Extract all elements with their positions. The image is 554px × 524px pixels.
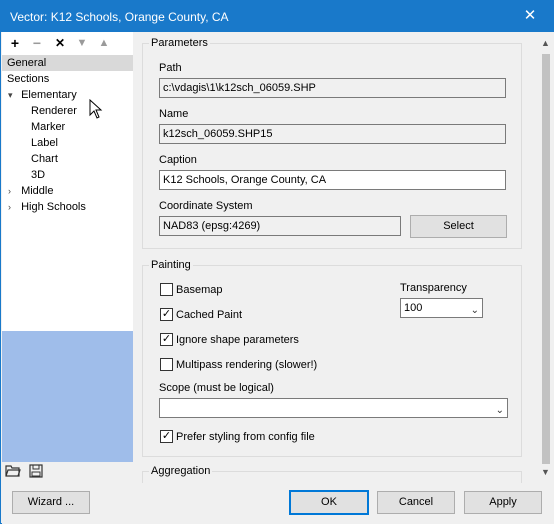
coordinate-system-field[interactable]: NAD83 (epsg:4269) <box>159 216 401 236</box>
properties-pane: Parameters Path c:\vdagis\1\k12sch_06059… <box>137 32 538 483</box>
ok-button[interactable]: OK <box>289 490 369 515</box>
parameters-group-label: Parameters <box>149 37 210 49</box>
chevron-right-icon[interactable]: › <box>8 183 18 199</box>
apply-button[interactable]: Apply <box>464 491 542 514</box>
open-folder-icon[interactable] <box>5 464 21 481</box>
chevron-right-icon[interactable]: › <box>8 199 18 215</box>
tree-item-marker[interactable]: Marker <box>31 119 65 135</box>
mouse-cursor-icon <box>89 99 103 119</box>
tree-item-3d[interactable]: 3D <box>31 167 45 183</box>
painting-group-label: Painting <box>149 259 193 271</box>
name-label: Name <box>159 108 189 120</box>
prefer-styling-checkbox[interactable]: ✓ <box>160 430 173 443</box>
add-icon[interactable]: + <box>6 34 24 52</box>
wizard-button[interactable]: Wizard ... <box>12 491 90 514</box>
tree-item-label: 3D <box>31 169 46 181</box>
cancel-button[interactable]: Cancel <box>377 491 455 514</box>
tree-item-middle[interactable]: › Middle <box>8 183 53 199</box>
empty-selection-area <box>2 331 133 462</box>
chevron-down-icon: ⌄ <box>495 405 504 416</box>
close-icon[interactable]: ✕ <box>507 1 553 32</box>
tree-item-label: High Schools <box>21 201 86 213</box>
tree-item-chart[interactable]: Chart <box>31 151 58 167</box>
tree-bottom-toolbar <box>2 462 133 484</box>
tree-item-label: Chart <box>31 153 58 165</box>
basemap-checkbox[interactable] <box>160 283 173 296</box>
vertical-scrollbar[interactable]: ▲ ▼ <box>538 32 554 483</box>
multipass-label[interactable]: Multipass rendering (slower!) <box>176 359 317 371</box>
tree-item-label: Label <box>31 137 58 149</box>
multipass-checkbox[interactable] <box>160 358 173 371</box>
remove-icon[interactable]: − <box>28 34 46 52</box>
tree-item-general[interactable]: General <box>2 55 133 71</box>
tree-item-label: General <box>7 57 47 69</box>
dialog-footer: Wizard ... OK Cancel Apply <box>2 483 554 524</box>
transparency-label: Transparency <box>400 282 467 294</box>
cached-paint-label[interactable]: Cached Paint <box>176 309 242 321</box>
tree-item-label: Sections <box>7 73 50 85</box>
title-bar[interactable]: Vector: K12 Schools, Orange County, CA ✕ <box>1 1 553 32</box>
tree-item-label: Elementary <box>21 89 77 101</box>
tree-toolbar: + − ✕ ▼ ▲ <box>2 32 133 54</box>
caption-field[interactable]: K12 Schools, Orange County, CA <box>159 170 506 190</box>
tree-item-renderer[interactable]: Renderer <box>31 103 77 119</box>
scroll-thumb[interactable] <box>542 54 550 464</box>
ignore-shape-label[interactable]: Ignore shape parameters <box>176 334 299 346</box>
chevron-down-icon[interactable]: ▾ <box>8 87 18 103</box>
tree-item-label: Renderer <box>31 105 77 117</box>
select-button[interactable]: Select <box>410 215 507 238</box>
prefer-styling-label[interactable]: Prefer styling from config file <box>176 431 315 443</box>
aggregation-group-label: Aggregation <box>149 465 213 477</box>
transparency-select[interactable]: 100 ⌄ <box>400 298 483 318</box>
transparency-value: 100 <box>404 302 423 314</box>
navigation-pane: + − ✕ ▼ ▲ General Sections ▾ Elementary … <box>2 32 133 462</box>
scope-label: Scope (must be logical) <box>159 382 274 394</box>
name-field[interactable]: k12sch_06059.SHP15 <box>159 124 506 144</box>
dialog-window: Vector: K12 Schools, Orange County, CA ✕… <box>0 0 554 524</box>
coordinate-system-label: Coordinate System <box>159 200 253 212</box>
chevron-down-icon: ⌄ <box>470 305 479 316</box>
path-field[interactable]: c:\vdagis\1\k12sch_06059.SHP <box>159 78 506 98</box>
window-title: Vector: K12 Schools, Orange County, CA <box>10 10 229 24</box>
move-down-icon[interactable]: ▼ <box>73 34 91 52</box>
cached-paint-checkbox[interactable]: ✓ <box>160 308 173 321</box>
tree-item-label: Marker <box>31 121 66 133</box>
ignore-shape-checkbox[interactable]: ✓ <box>160 333 173 346</box>
tree-item-sections[interactable]: Sections <box>7 71 49 87</box>
tree-item-label-node[interactable]: Label <box>31 135 58 151</box>
tree-item-label: Middle <box>21 185 54 197</box>
caption-label: Caption <box>159 154 197 166</box>
save-icon[interactable] <box>29 464 43 481</box>
delete-icon[interactable]: ✕ <box>51 34 69 52</box>
tree-item-high-schools[interactable]: › High Schools <box>8 199 86 215</box>
tree-item-elementary[interactable]: ▾ Elementary <box>8 87 77 103</box>
scope-select[interactable]: ⌄ <box>159 398 508 418</box>
basemap-label[interactable]: Basemap <box>176 284 222 296</box>
scroll-up-icon[interactable]: ▲ <box>541 38 550 48</box>
scroll-down-icon[interactable]: ▼ <box>541 467 550 477</box>
move-up-icon[interactable]: ▲ <box>95 34 113 52</box>
path-label: Path <box>159 62 182 74</box>
